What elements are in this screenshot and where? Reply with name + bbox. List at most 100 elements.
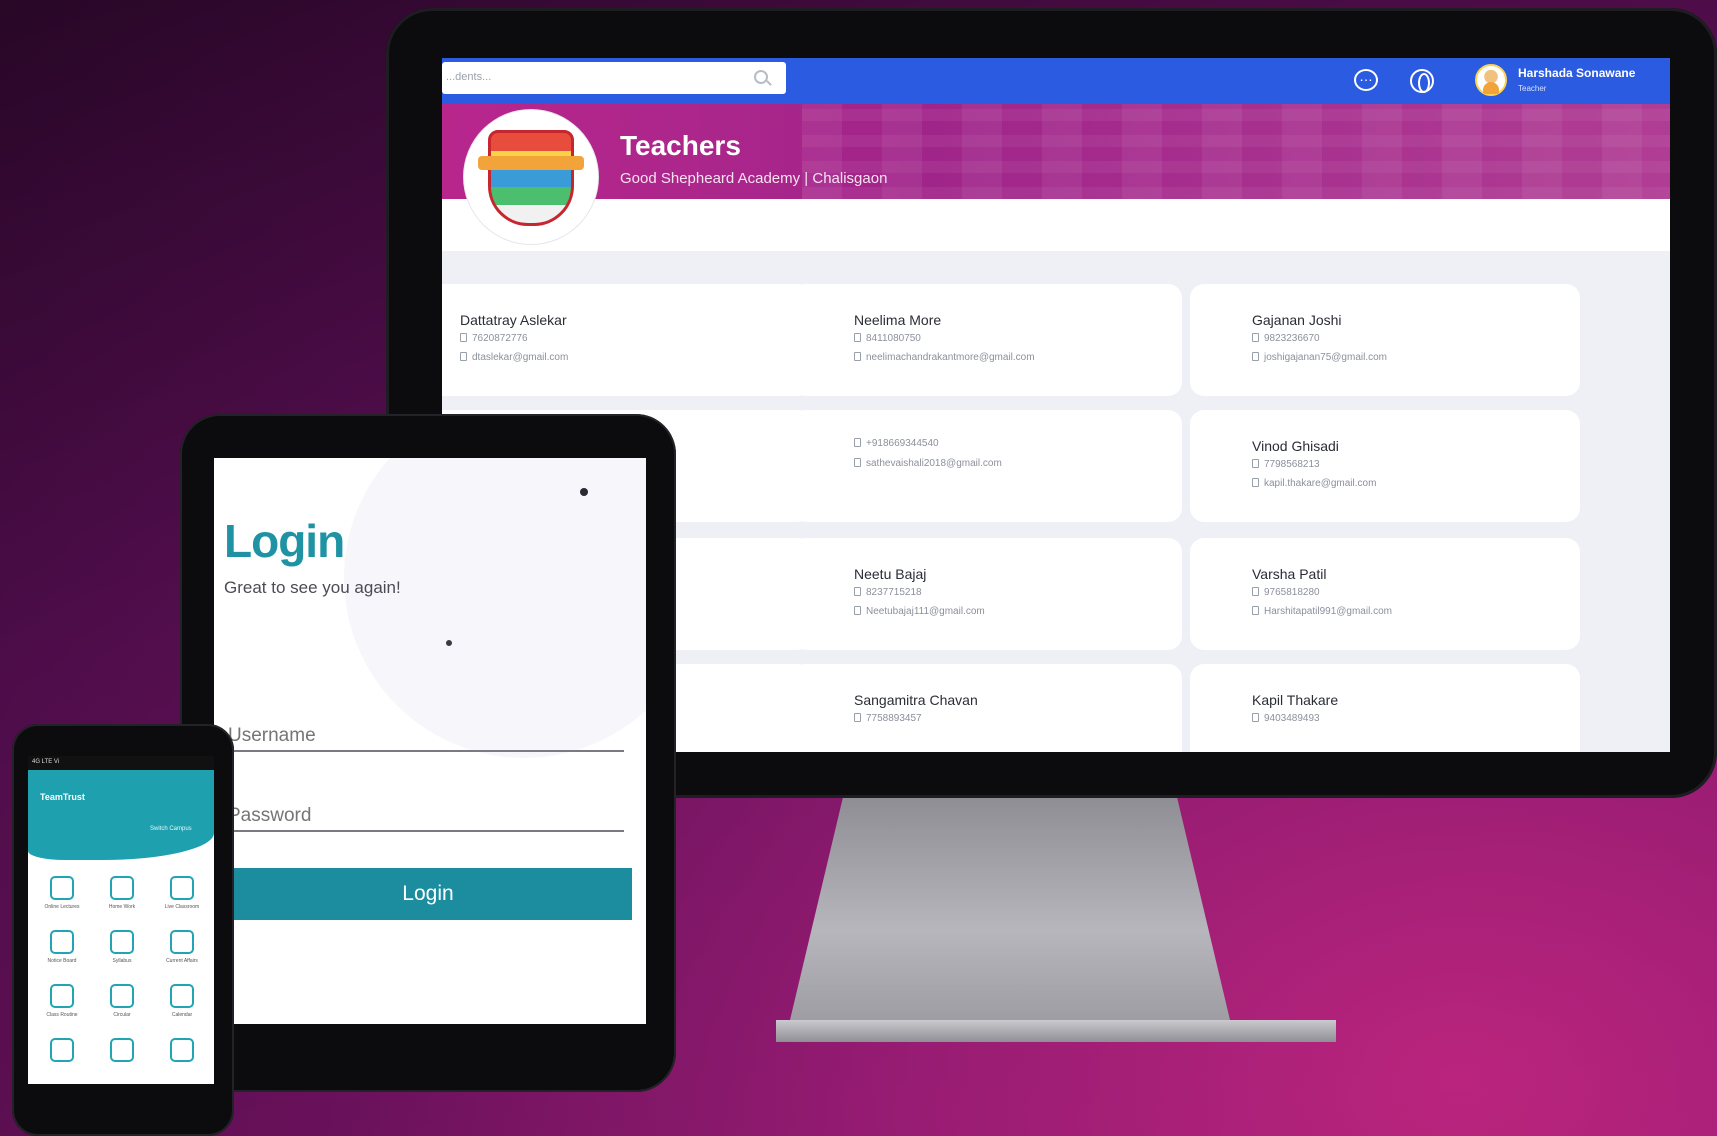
teacher-email[interactable]: joshigajanan75@gmail.com [1252,352,1387,363]
teacher-card[interactable]: Kapil Thakare 9403489493 [1190,664,1580,752]
teacher-name: Dattatray Aslekar [460,312,567,328]
email-value: Neetubajaj111@gmail.com [866,606,985,617]
teacher-email[interactable]: kapil.thakare@gmail.com [1252,478,1376,489]
module-tile[interactable]: Circular [92,976,152,1030]
user-name[interactable]: Harshada Sonawane [1518,66,1635,80]
teacher-name: Vinod Ghisadi [1252,438,1339,454]
module-label: Online Lectures [44,904,80,910]
monitor-stand [790,798,1230,1020]
logo-shield-icon [488,130,574,226]
affairs-icon [170,930,194,954]
teacher-card[interactable]: Vinod Ghisadi 7798568213 kapil.thakare@gma… [1190,410,1580,522]
module-tile[interactable]: Current Affairs [152,922,212,976]
globe-icon[interactable] [1410,69,1434,93]
module-tile[interactable] [152,1030,212,1084]
teacher-email[interactable]: neelimachandrakantmore@gmail.com [854,352,1035,363]
module-tile[interactable]: Online Lectures [32,868,92,922]
teacher-name: Neelima More [854,312,942,328]
homework-icon [110,876,134,900]
status-bar: 4G LTE Vi [28,756,214,770]
username-field[interactable] [228,718,624,752]
decorative-circle [344,458,646,758]
notice-icon [50,930,74,954]
phone-value: 8411080750 [866,333,921,344]
app-name: TeamTrust [40,792,85,802]
teacher-phone: 9403489493 [1252,713,1320,724]
module-label: Current Affairs [166,958,198,964]
phone-value: 7758893457 [866,713,922,724]
teacher-phone: 9823236670 [1252,333,1320,344]
search-icon[interactable] [754,70,768,84]
teacher-card[interactable]: +918669344540 sathevaishali2018@gmail.com [792,410,1182,522]
phone-icon [1252,587,1259,596]
phone-value: +918669344540 [866,438,939,449]
module-tile[interactable] [32,1030,92,1084]
module-tile[interactable]: Class Routine [32,976,92,1030]
email-value: dtaslekar@gmail.com [472,352,569,363]
search-value: ...dents... [446,71,492,83]
login-button[interactable]: Login [224,868,632,920]
email-icon [854,606,861,615]
email-value: sathevaishali2018@gmail.com [866,458,1002,469]
login-subtitle: Great to see you again! [224,578,401,597]
page-subtitle: Good Shepheard Academy | Chalisgaon [620,170,888,187]
teacher-name: Sangamitra Chavan [854,692,978,708]
decorative-dot [446,640,452,646]
phone-value: 9823236670 [1264,333,1320,344]
monitor-base [776,1020,1336,1042]
banner-strip [442,199,1670,251]
email-icon [854,352,861,361]
phone-value: 9403489493 [1264,713,1320,724]
module-label: Notice Board [47,958,77,964]
module-tile[interactable]: Syllabus [92,922,152,976]
syllabus-icon [110,930,134,954]
teacher-phone: 7798568213 [1252,459,1320,470]
phone-icon [460,333,467,342]
email-icon [1252,606,1259,615]
teacher-email[interactable]: Harshitapatil991@gmail.com [1252,606,1392,617]
phone-icon [1252,713,1259,722]
module-label: Circular [113,1012,131,1018]
teacher-card[interactable]: Dattatray Aslekar 7620872776 dtaslekar@gma… [442,284,812,396]
module-tile[interactable]: Home Work [92,868,152,922]
module-tile[interactable]: Live Classroom [152,868,212,922]
teacher-email[interactable]: sathevaishali2018@gmail.com [854,458,1002,469]
avatar[interactable] [1475,64,1507,96]
password-field[interactable] [228,798,624,832]
teacher-card[interactable]: Varsha Patil 9765818280 Harshitapatil991@g… [1190,538,1580,650]
teacher-phone: 7620872776 [460,333,528,344]
email-value: Harshitapatil991@gmail.com [1264,606,1392,617]
module-tile[interactable] [92,1030,152,1084]
lecture-icon [50,876,74,900]
phone-screen: 4G LTE Vi TeamTrust Switch Campus Online… [28,756,214,1084]
page-title: Teachers [620,130,741,161]
search-input[interactable]: ...dents... [442,62,786,94]
logo-ribbon-icon [478,156,584,170]
circular-icon [110,984,134,1008]
phone-value: 9765818280 [1264,587,1320,598]
email-icon [854,458,861,467]
teacher-card[interactable]: Neetu Bajaj 8237715218 Neetubajaj111@gmail… [792,538,1182,650]
email-icon [1252,352,1259,361]
banner-pattern [802,104,1670,199]
teacher-card[interactable]: Sangamitra Chavan 7758893457 [792,664,1182,752]
teacher-email[interactable]: Neetubajaj111@gmail.com [854,606,985,617]
switch-campus-link[interactable]: Switch Campus [150,826,192,832]
teacher-email[interactable]: dtaslekar@gmail.com [460,352,568,363]
phone-icon [1252,333,1259,342]
module-tile[interactable]: Calendar [152,976,212,1030]
teacher-name: Varsha Patil [1252,566,1327,582]
module-tile[interactable]: Notice Board [32,922,92,976]
phone-icon [1252,459,1259,468]
calendar-icon [170,984,194,1008]
teacher-name: Gajanan Joshi [1252,312,1342,328]
phone-icon [854,333,861,342]
chat-icon[interactable] [1354,68,1378,91]
phone-icon [854,438,861,447]
teacher-card[interactable]: Neelima More 8411080750 neelimachandrakant… [792,284,1182,396]
teacher-card[interactable]: Gajanan Joshi 9823236670 joshigajanan75@gm… [1190,284,1580,396]
top-navbar: ...dents... Harshada Sonawane Teacher [442,58,1670,104]
login-title: Login [224,515,345,567]
teacher-name: Kapil Thakare [1252,692,1339,708]
phone-icon [854,587,861,596]
